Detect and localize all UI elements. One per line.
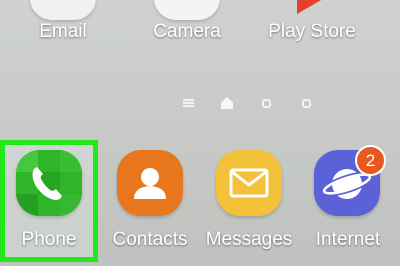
- camera-label[interactable]: Camera: [127, 21, 247, 43]
- messages-app-icon[interactable]: [216, 150, 282, 216]
- messages-label[interactable]: Messages: [199, 229, 299, 251]
- page-indicator[interactable]: [178, 96, 318, 112]
- play-store-icon[interactable]: [283, 0, 349, 20]
- notification-badge: 2: [355, 145, 386, 176]
- camera-icon[interactable]: [154, 0, 220, 20]
- home-screen: Email Camera Play Store Phone Contacts M…: [0, 0, 400, 266]
- email-icon[interactable]: [30, 0, 96, 20]
- house-icon: [221, 97, 233, 109]
- phone-app-icon[interactable]: [16, 150, 82, 216]
- play-store-label[interactable]: Play Store: [252, 21, 372, 43]
- page-dot-icon[interactable]: [302, 99, 311, 108]
- contacts-label[interactable]: Contacts: [100, 229, 200, 251]
- email-label[interactable]: Email: [3, 21, 123, 43]
- page-dot-icon[interactable]: [262, 99, 271, 108]
- contacts-icon: [134, 168, 166, 199]
- internet-label[interactable]: Internet: [300, 229, 396, 251]
- home-page-indicator-icon[interactable]: [220, 96, 234, 110]
- pages-menu-icon[interactable]: [183, 99, 194, 107]
- contacts-app-icon[interactable]: [117, 150, 183, 216]
- play-store-triangle: [297, 0, 322, 14]
- phone-icon: [16, 150, 82, 216]
- phone-label[interactable]: Phone: [1, 229, 97, 251]
- messages-icon: [229, 168, 269, 198]
